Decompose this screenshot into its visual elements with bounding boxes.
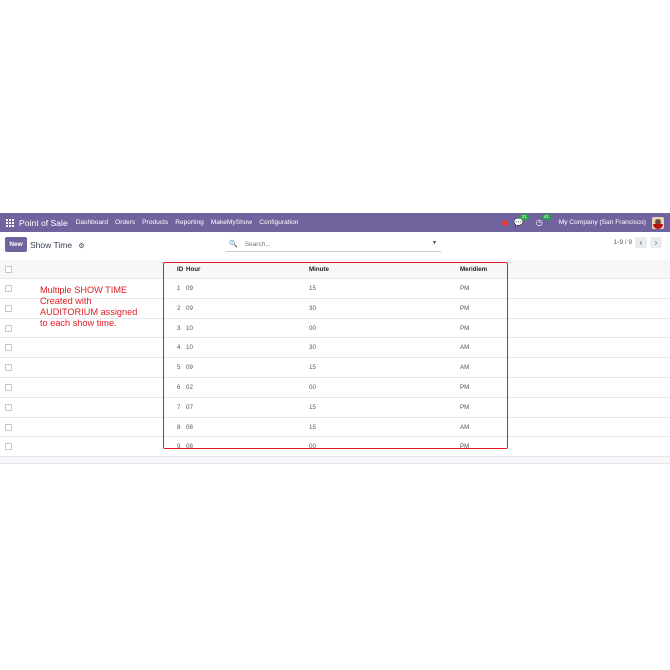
select-all-checkbox[interactable] — [5, 266, 12, 273]
row-checkbox[interactable] — [5, 364, 12, 372]
chevron-right-icon[interactable]: › — [650, 237, 662, 248]
row-checkbox[interactable] — [5, 324, 12, 332]
row-checkbox[interactable] — [5, 304, 12, 312]
search-input[interactable] — [242, 239, 427, 249]
row-checkbox[interactable] — [5, 285, 12, 292]
top-navbar: Point of Sale Dashboard Orders Products … — [0, 213, 670, 232]
menu-reporting[interactable]: Reporting — [175, 219, 204, 226]
row-checkbox[interactable] — [5, 443, 12, 451]
annotation-highlight-box — [163, 262, 508, 449]
row-checkbox[interactable] — [5, 383, 12, 391]
menu-configuration[interactable]: Configuration — [259, 219, 298, 226]
row-checkbox[interactable] — [5, 344, 12, 352]
menu-products[interactable]: Products — [142, 219, 168, 226]
pager: 1-9 / 9 ‹ › — [614, 237, 662, 248]
chat-icon[interactable]: 💬 21 — [514, 214, 529, 227]
breadcrumb: Show Time ⚙ — [30, 240, 85, 250]
row-checkbox[interactable] — [5, 423, 12, 431]
app-name[interactable]: Point of Sale — [19, 218, 68, 228]
pager-value[interactable]: 1-9 / 9 — [614, 239, 632, 246]
menu-orders[interactable]: Orders — [115, 219, 135, 226]
user-avatar[interactable] — [652, 216, 664, 229]
activity-clock-icon[interactable]: ◷ 41 — [536, 214, 551, 227]
new-button[interactable]: New — [5, 237, 27, 252]
chevron-left-icon[interactable]: ‹ — [635, 237, 647, 248]
company-switcher[interactable]: My Company (San Francisco) — [559, 219, 646, 226]
menu-dashboard[interactable]: Dashboard — [76, 219, 108, 226]
chat-count-badge: 21 — [519, 214, 529, 220]
annotation-note: Multiple SHOW TIME Created with AUDITORI… — [40, 285, 138, 328]
row-checkbox[interactable] — [5, 403, 12, 411]
menu-makemyshow[interactable]: MakeMyShow — [211, 219, 252, 226]
systray: 💬 21 ◷ 41 My Company (San Francisco) — [501, 213, 664, 232]
control-panel: New Show Time ⚙ 🔍 ▼ 1-9 / 9 ‹ › — [0, 232, 670, 258]
search-bar: 🔍 ▼ — [226, 237, 441, 252]
page-title: Show Time — [30, 240, 73, 250]
apps-grid-icon[interactable] — [6, 218, 14, 227]
list-footer — [0, 457, 670, 465]
activity-count-badge: 41 — [541, 214, 551, 220]
caret-down-icon[interactable]: ▼ — [432, 240, 437, 246]
debug-indicator-icon[interactable] — [501, 219, 508, 226]
search-icon: 🔍 — [229, 241, 238, 248]
gear-icon[interactable]: ⚙ — [78, 242, 84, 250]
